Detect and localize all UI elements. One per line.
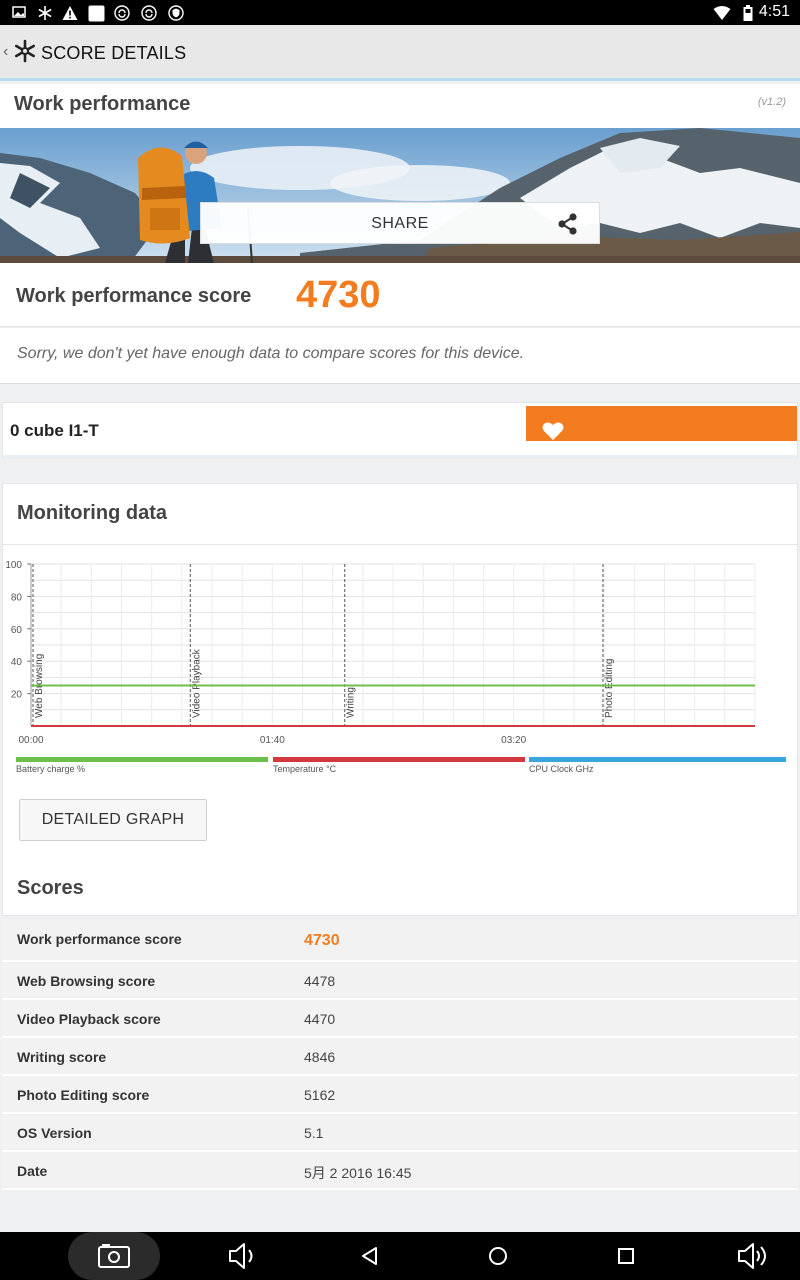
legend-battery-label: Battery charge % [16, 764, 86, 774]
square-icon [88, 5, 105, 22]
monitoring-card: Monitoring data 20 40 60 80 100 00:00 01:40 03… [2, 483, 798, 916]
table-row: Writing score 4846 [2, 1038, 798, 1076]
chart-y-ticks: 20 40 60 80 100 [5, 560, 31, 701]
score-row-value: 4846 [304, 1049, 336, 1065]
score-row-label: OS Version [17, 1125, 92, 1141]
benchmark-header: Work performance (v1.2) [0, 84, 800, 128]
battery-icon [743, 5, 753, 21]
image-icon [12, 5, 26, 21]
device-score-bar [526, 406, 797, 441]
volume-down-icon[interactable] [222, 1232, 262, 1280]
back-arrow-icon[interactable]: ‹ [3, 43, 8, 61]
chart-x-ticks: 00:00 01:40 03:20 [18, 735, 526, 746]
warning-icon [62, 5, 78, 21]
navigation-bar [0, 1232, 800, 1280]
legend-temperature: Temperature °C [273, 757, 525, 777]
score-row-label: Photo Editing score [17, 1087, 150, 1103]
monitoring-chart: 20406080100 00:00 01:40 03:20 Web Browsing… [5, 560, 756, 746]
legend-temperature-swatch [273, 757, 525, 762]
home-icon[interactable] [478, 1232, 518, 1280]
device-name: 0 cube I1-T [10, 421, 99, 440]
screenshot-icon[interactable] [68, 1232, 160, 1280]
scores-title: Scores [17, 877, 84, 899]
compare-message-row: Sorry, we don't yet have enough data to … [0, 328, 800, 384]
chart-x-tick-label: 01:40 [260, 735, 285, 746]
score-label: Work performance score [16, 285, 252, 307]
snowflake-icon [37, 5, 53, 21]
score-row-value: 5.1 [304, 1125, 324, 1141]
sync-icon [141, 5, 157, 21]
screen-title: SCORE DETAILS [41, 43, 187, 63]
table-row: OS Version 5.1 [2, 1114, 798, 1152]
chart-y-tick-label: 100 [5, 560, 22, 571]
share-icon [557, 213, 579, 235]
chart-y-tick-label: 40 [11, 657, 23, 668]
score-row-label: Video Playback score [17, 1011, 161, 1027]
score-summary: Work performance score 4730 [0, 263, 800, 327]
score-row-value: 4470 [304, 1011, 336, 1027]
detailed-graph-button[interactable]: DETAILED GRAPH [19, 799, 207, 841]
sync-icon [114, 5, 130, 21]
chart-grid [30, 563, 756, 727]
legend-cpu-clock-label: CPU Clock GHz [529, 764, 594, 774]
score-row-value: 4730 [304, 932, 340, 949]
chart-marker-label: Photo Editing [604, 659, 615, 719]
action-bar: ‹ SCORE DETAILS [0, 25, 800, 81]
table-row: Video Playback score 4470 [2, 1000, 798, 1038]
share-button[interactable]: SHARE [200, 202, 600, 244]
app-logo-icon[interactable] [13, 39, 37, 63]
chart-x-tick-label: 00:00 [18, 735, 43, 746]
back-icon[interactable] [350, 1232, 390, 1280]
share-button-label: SHARE [371, 215, 429, 232]
status-time: 4:51 [758, 3, 790, 20]
table-row: Work performance score 4730 [2, 920, 798, 962]
hero-image: SHARE [0, 128, 800, 263]
legend-cpu-clock: CPU Clock GHz [529, 757, 786, 777]
score-row-value: 5162 [304, 1087, 336, 1103]
chart-y-tick-label: 60 [11, 625, 23, 636]
score-row-label: Date [17, 1163, 48, 1179]
wifi-icon [713, 5, 731, 21]
score-row-value: 4478 [304, 973, 336, 989]
compare-message: Sorry, we don't yet have enough data to … [17, 345, 525, 362]
chart-y-tick-label: 80 [11, 592, 23, 603]
device-score-row[interactable]: 0 cube I1-T [2, 402, 798, 459]
chart-marker-label: Video Playback [191, 648, 202, 718]
score-row-label: Work performance score [17, 931, 182, 947]
legend-temperature-label: Temperature °C [273, 764, 337, 774]
chart-marker-label: Writing [346, 687, 357, 718]
legend-cpu-clock-swatch [529, 757, 786, 762]
shield-icon [168, 5, 184, 21]
monitoring-title: Monitoring data [17, 502, 167, 524]
legend-battery-swatch [16, 757, 268, 762]
chart-x-tick-label: 03:20 [501, 735, 526, 746]
volume-up-icon[interactable] [734, 1232, 774, 1280]
table-row: Date 5月 2 2016 16:45 [2, 1152, 798, 1190]
chart-y-tick-label: 20 [11, 690, 23, 701]
status-bar: 4:51 [0, 0, 800, 25]
score-row-label: Web Browsing score [17, 973, 156, 989]
score-value: 4730 [296, 274, 381, 316]
table-row: Photo Editing score 5162 [2, 1076, 798, 1114]
legend-battery: Battery charge % [16, 757, 268, 777]
scores-table: Work performance score 4730 Web Browsing… [2, 920, 798, 1190]
monitoring-divider [3, 544, 797, 545]
score-row-value: 5月 2 2016 16:45 [304, 1165, 412, 1181]
score-row-label: Writing score [17, 1049, 107, 1065]
benchmark-title: Work performance [14, 93, 191, 115]
benchmark-version: (v1.2) [757, 96, 786, 108]
heart-icon [542, 421, 564, 441]
table-row: Web Browsing score 4478 [2, 962, 798, 1000]
recents-icon[interactable] [606, 1232, 646, 1280]
